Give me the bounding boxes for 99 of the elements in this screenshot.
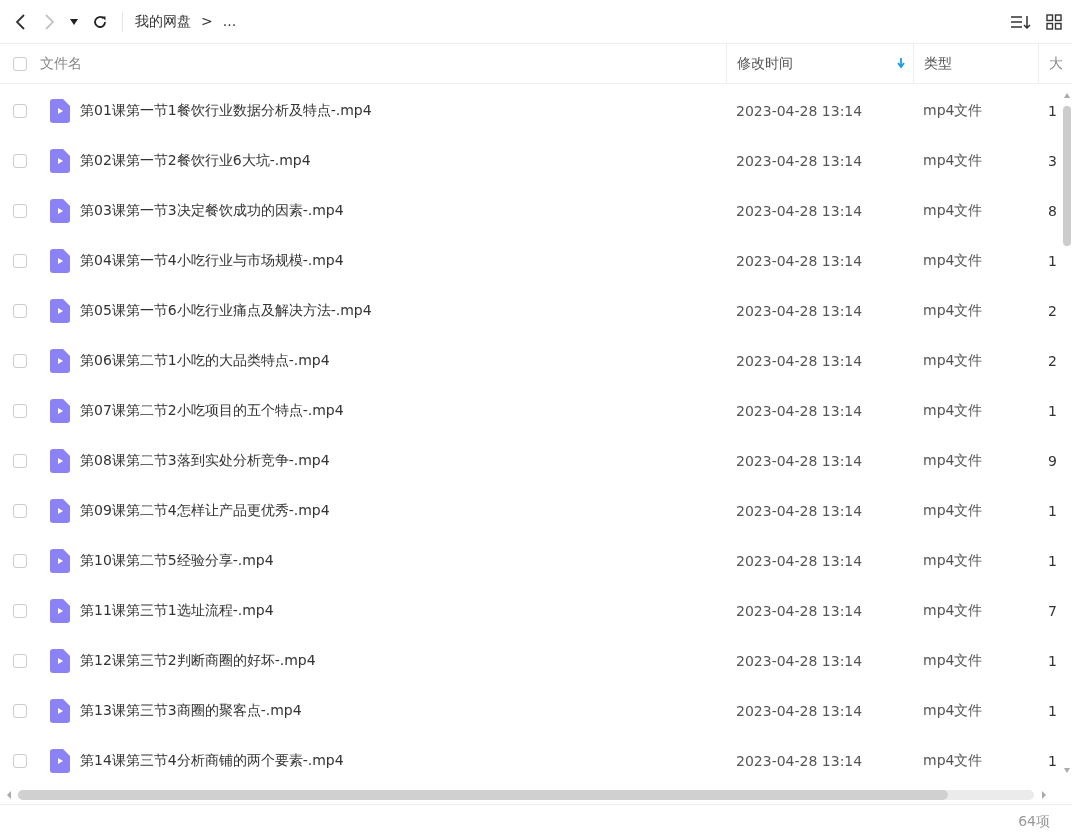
file-type: mp4文件 [923,102,983,118]
video-file-icon [50,599,70,623]
file-name[interactable]: 第09课第二节4怎样让产品更优秀-.mp4 [80,502,330,518]
file-size: 2 [1048,303,1057,319]
file-size: 1 [1048,503,1057,519]
file-name[interactable]: 第07课第二节2小吃项目的五个特点-.mp4 [80,402,344,418]
dropdown-caret-icon[interactable] [70,18,78,25]
file-name[interactable]: 第05课第一节6小吃行业痛点及解决方法-.mp4 [80,302,372,318]
file-name[interactable]: 第01课第一节1餐饮行业数据分析及特点-.mp4 [80,102,372,118]
modified-time: 2023-04-28 13:14 [736,653,863,669]
modified-time: 2023-04-28 13:14 [736,353,863,369]
file-type: mp4文件 [923,652,983,668]
file-name[interactable]: 第13课第三节3商圈的聚客点-.mp4 [80,702,302,718]
checkbox[interactable] [13,654,27,668]
refresh-icon[interactable] [92,13,108,30]
checkbox[interactable] [13,154,27,168]
file-size: 1 [1048,753,1057,769]
file-name[interactable]: 第14课第三节4分析商铺的两个要素-.mp4 [80,752,344,768]
video-file-icon [50,199,70,223]
file-type: mp4文件 [923,752,983,768]
checkbox[interactable] [13,354,27,368]
modified-time: 2023-04-28 13:14 [736,453,863,469]
file-size: 1 [1048,703,1057,719]
file-name[interactable]: 第10课第二节5经验分享-.mp4 [80,552,274,568]
file-name[interactable]: 第02课第一节2餐饮行业6大坑-.mp4 [80,152,311,168]
video-file-icon [50,349,70,373]
file-name[interactable]: 第12课第三节2判断商圈的好坏-.mp4 [80,652,316,668]
file-size: 7 [1048,603,1057,619]
file-type: mp4文件 [923,602,983,618]
checkbox[interactable] [13,704,27,718]
sort-down-arrow-icon[interactable] [897,58,905,69]
video-file-icon [50,499,70,523]
modified-time: 2023-04-28 13:14 [736,603,863,619]
checkbox[interactable] [13,554,27,568]
file-type: mp4文件 [923,352,983,368]
sort-list-icon[interactable] [1010,13,1032,30]
file-name[interactable]: 第04课第一节4小吃行业与市场规模-.mp4 [80,252,344,268]
file-type: mp4文件 [923,452,983,468]
video-file-icon [50,99,70,123]
breadcrumb-ellipsis[interactable]: ... [222,12,237,31]
file-size: 1 [1048,653,1057,669]
file-size: 1 [1048,103,1057,119]
modified-time: 2023-04-28 13:14 [736,753,863,769]
file-type: mp4文件 [923,402,983,418]
checkbox[interactable] [13,604,27,618]
modified-time: 2023-04-28 13:14 [736,303,863,319]
column-header[interactable]: 大 [1049,54,1062,73]
back-icon[interactable] [14,12,28,31]
modified-time: 2023-04-28 13:14 [736,153,863,169]
checkbox[interactable] [13,304,27,318]
modified-time: 2023-04-28 13:14 [736,103,863,119]
modified-time: 2023-04-28 13:14 [736,503,863,519]
file-type: mp4文件 [923,202,983,218]
breadcrumb-separator: > [201,12,213,31]
video-file-icon [50,149,70,173]
checkbox[interactable] [13,404,27,418]
video-file-icon [50,649,70,673]
file-type: mp4文件 [923,702,983,718]
column-header[interactable]: 类型 [924,54,952,73]
video-file-icon [50,749,70,773]
file-name[interactable]: 第11课第三节1选址流程-.mp4 [80,602,274,618]
breadcrumb-link[interactable]: 我的网盘 [135,12,191,31]
modified-time: 2023-04-28 13:14 [736,203,863,219]
file-size: 2 [1048,353,1057,369]
file-size: 1 [1048,403,1057,419]
modified-time: 2023-04-28 13:14 [736,253,863,269]
file-type: mp4文件 [923,252,983,268]
video-file-icon [50,249,70,273]
modified-time: 2023-04-28 13:14 [736,553,863,569]
file-type: mp4文件 [923,302,983,318]
file-type: mp4文件 [923,152,983,168]
file-name[interactable]: 第03课第一节3决定餐饮成功的因素-.mp4 [80,202,344,218]
file-type: mp4文件 [923,502,983,518]
grid-view-icon[interactable] [1046,13,1062,30]
modified-time: 2023-04-28 13:14 [736,703,863,719]
checkbox[interactable] [13,204,27,218]
checkbox[interactable] [13,254,27,268]
file-size: 1 [1048,253,1057,269]
file-type: mp4文件 [923,552,983,568]
checkbox[interactable] [13,104,27,118]
checkbox[interactable] [13,454,27,468]
video-file-icon [50,549,70,573]
checkbox[interactable] [13,754,27,768]
file-size: 3 [1048,153,1057,169]
modified-time: 2023-04-28 13:14 [736,403,863,419]
column-header[interactable]: 文件名 [40,54,82,73]
file-name[interactable]: 第06课第二节1小吃的大品类特点-.mp4 [80,352,330,368]
checkbox[interactable] [13,56,27,71]
file-name[interactable]: 第08课第二节3落到实处分析竞争-.mp4 [80,452,330,468]
checkbox[interactable] [13,504,27,518]
video-file-icon [50,699,70,723]
file-size: 8 [1048,203,1057,219]
item-count: 64项 [1018,813,1050,831]
video-file-icon [50,399,70,423]
video-file-icon [50,299,70,323]
video-file-icon [50,449,70,473]
file-size: 1 [1048,553,1057,569]
file-size: 9 [1048,453,1057,469]
column-header[interactable]: 修改时间 [737,54,793,73]
